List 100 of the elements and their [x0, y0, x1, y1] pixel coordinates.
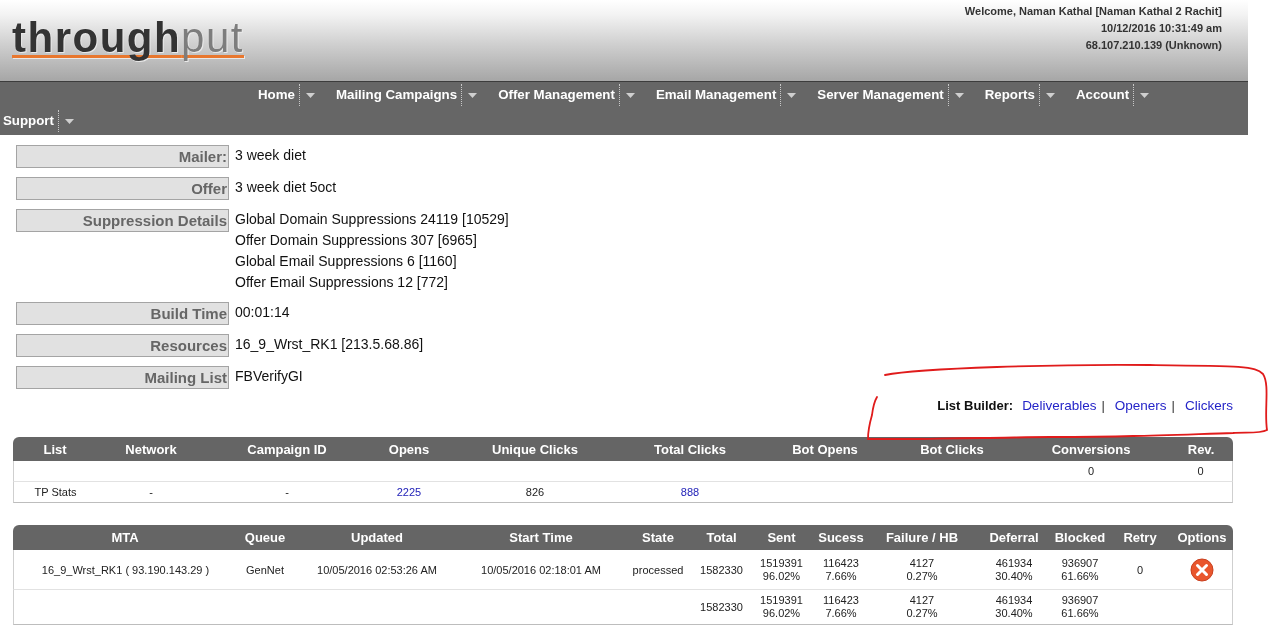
cell-count: 4127 — [908, 556, 936, 570]
column-header: MTA — [13, 525, 237, 550]
nav-link[interactable]: Email Management — [655, 84, 782, 106]
field-value: Global Domain Suppressions 24119 [10529] — [235, 210, 509, 229]
welcome-text: Welcome, Naman Kathal [Naman Kathal 2 Rachit] — [964, 4, 1222, 19]
column-header: Retry — [1109, 525, 1171, 550]
caret-icon[interactable] — [1140, 92, 1150, 98]
cell-percent: 7.66% — [824, 607, 858, 620]
table-cell: 0 — [1013, 461, 1169, 482]
cell-count: 461934 — [994, 556, 1034, 570]
cell-count: 116423 — [822, 556, 860, 570]
table-cell: - — [205, 482, 369, 503]
cell-count: 461934 — [994, 594, 1034, 607]
table-cell: 826 — [449, 482, 621, 503]
field-value: Offer Email Suppressions 12 [772] — [235, 273, 449, 292]
cell-percent: 30.40% — [994, 569, 1034, 583]
stats-link[interactable]: 2225 — [396, 486, 422, 498]
list-builder-link[interactable]: Openers — [1114, 397, 1167, 413]
cell-count: 1519391 — [759, 594, 804, 607]
column-header: Updated — [293, 525, 461, 550]
field-label: Suppression Details — [16, 209, 229, 232]
nav-link[interactable]: Account — [1075, 84, 1135, 106]
link-separator: | — [1171, 397, 1175, 413]
caret-icon[interactable] — [64, 118, 74, 124]
table-cell: 0 — [1169, 461, 1233, 482]
column-header: List — [13, 437, 97, 461]
date-time: 10/12/2016 10:31:49 am — [1100, 21, 1222, 36]
cell-count: 116423 — [822, 594, 860, 607]
link-separator: | — [1101, 397, 1105, 413]
cell-percent: 30.40% — [994, 607, 1034, 620]
column-header: Network — [97, 437, 205, 461]
column-header: Sent — [748, 525, 815, 550]
cell-count: 4127 — [908, 594, 936, 607]
field-value: FBVerifyGI — [235, 367, 303, 386]
column-header: Opens — [369, 437, 449, 461]
nav-link[interactable]: Server Management — [817, 84, 949, 106]
cell-percent: 0.27% — [905, 607, 939, 620]
table-cell: 0 — [1109, 550, 1171, 590]
column-header: Queue — [237, 525, 293, 550]
column-header: Conversions — [1013, 437, 1169, 461]
column-header: Failure / HB — [867, 525, 977, 550]
field-value: 16_9_Wrst_RK1 [213.5.68.86] — [235, 335, 424, 354]
field-value: 3 week diet — [235, 146, 306, 165]
caret-icon[interactable] — [1045, 92, 1055, 98]
table-cell: 1582330 — [695, 550, 748, 590]
column-header: State — [621, 525, 695, 550]
cell-count: 1519391 — [759, 556, 804, 570]
column-header: Options — [1171, 525, 1233, 550]
column-header: Unique Clicks — [449, 437, 621, 461]
logo: throughput — [12, 16, 244, 60]
cell-percent: 61.66% — [1060, 607, 1100, 620]
column-header: Total Clicks — [621, 437, 759, 461]
table-cell: processed — [621, 550, 695, 590]
cell-percent: 7.66% — [824, 569, 858, 583]
table-cell: GenNet — [237, 550, 293, 590]
caret-icon[interactable] — [625, 92, 635, 98]
list-builder-link[interactable]: Clickers — [1185, 397, 1233, 413]
caret-icon[interactable] — [954, 92, 964, 98]
field-label: Resources — [16, 334, 229, 357]
field-value: Offer Domain Suppressions 307 [6965] — [235, 231, 478, 250]
column-header: Total — [695, 525, 748, 550]
field-label: Mailer: — [16, 145, 229, 168]
column-header: Start Time — [461, 525, 621, 550]
stats-link[interactable]: 888 — [680, 486, 700, 498]
table-cell: 10/05/2016 02:18:01 AM — [461, 550, 621, 590]
table-cell: - — [97, 482, 205, 503]
field-label: Build Time — [16, 302, 229, 325]
cell-count: 936907 — [1060, 556, 1100, 570]
nav-link[interactable]: Support — [3, 110, 59, 132]
caret-icon[interactable] — [468, 92, 478, 98]
field-label: Offer — [16, 177, 229, 200]
column-header: Rev. — [1169, 437, 1233, 461]
cell-percent: 0.27% — [905, 569, 939, 583]
column-header: Bot Clicks — [891, 437, 1013, 461]
column-header: Deferral — [977, 525, 1051, 550]
cell-percent: 96.02% — [761, 569, 802, 583]
nav-link[interactable]: Reports — [984, 84, 1040, 106]
field-value: 3 week diet 5oct — [235, 178, 337, 197]
column-header: Bot Opens — [759, 437, 891, 461]
nav-link[interactable]: Mailing Campaigns — [335, 84, 463, 106]
caret-icon[interactable] — [305, 92, 315, 98]
nav-link[interactable]: Home — [258, 84, 300, 106]
field-label: Mailing List — [16, 366, 229, 389]
list-builder-link[interactable]: Deliverables — [1022, 397, 1097, 413]
cell-count: 936907 — [1060, 594, 1100, 607]
column-header: Blocked — [1051, 525, 1109, 550]
cell-percent: 61.66% — [1060, 569, 1100, 583]
field-value: 00:01:14 — [235, 303, 290, 322]
table-cell: 16_9_Wrst_RK1 ( 93.190.143.29 ) — [13, 550, 237, 590]
list-builder-label: List Builder: — [937, 397, 1014, 413]
ip-address: 68.107.210.139 (Unknown) — [1085, 38, 1222, 53]
caret-icon[interactable] — [787, 92, 797, 98]
table-cell: TP Stats — [13, 482, 97, 503]
cell-percent: 96.02% — [761, 607, 802, 620]
nav-link[interactable]: Offer Management — [498, 84, 620, 106]
x-circle-icon[interactable] — [1189, 557, 1214, 582]
table-cell: 1582330 — [695, 590, 748, 625]
table-cell: 10/05/2016 02:53:26 AM — [293, 550, 461, 590]
column-header: Campaign ID — [205, 437, 369, 461]
column-header: Sucess — [815, 525, 867, 550]
